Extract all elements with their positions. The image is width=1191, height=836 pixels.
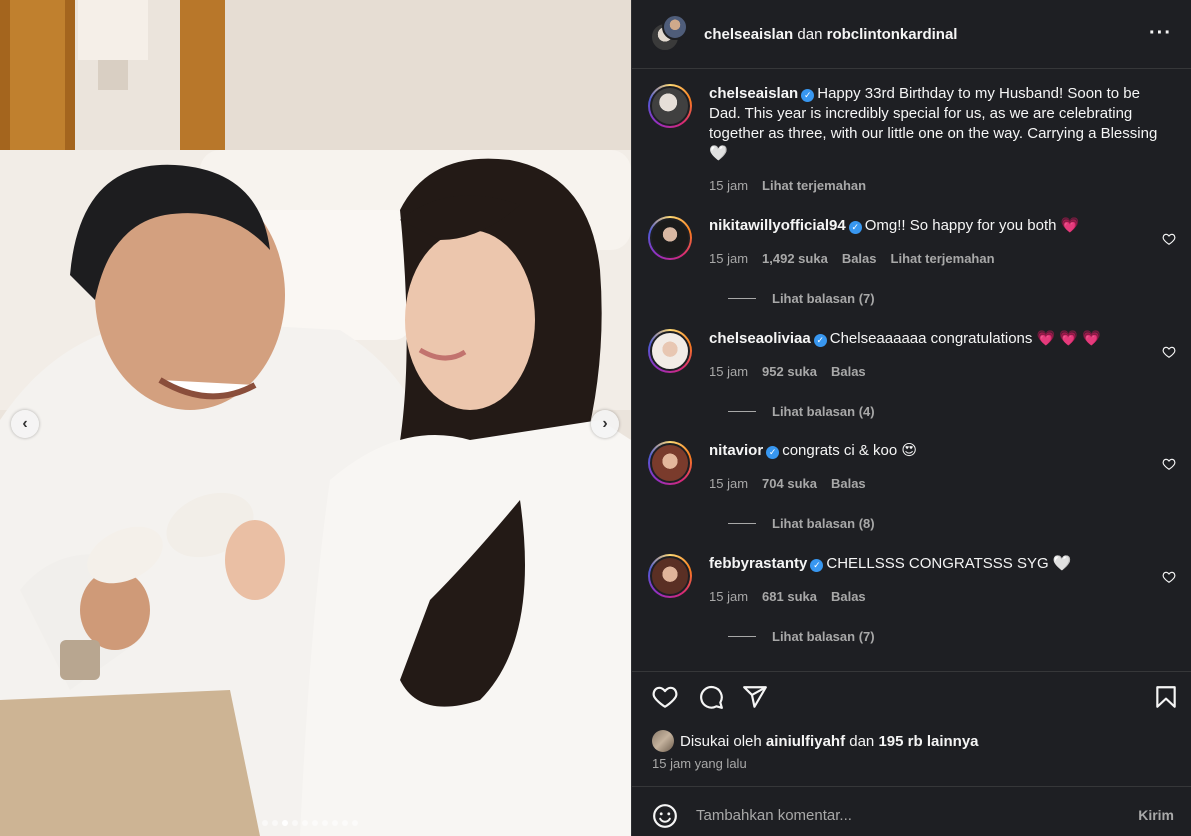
caption-meta: 15 jam Lihat terjemahan [709, 178, 866, 193]
view-replies-label: Lihat balasan (7) [772, 629, 875, 644]
likes-middle: dan [849, 732, 875, 750]
avatar[interactable] [662, 14, 688, 40]
view-replies-button[interactable]: Lihat balasan (8) [728, 516, 875, 531]
likes-summary: Disukai oleh ainiulfiyahf dan 195 rb lai… [652, 730, 979, 752]
carousel-next-button[interactable]: › [591, 410, 619, 438]
likes-count[interactable]: 704 suka [762, 476, 817, 491]
timestamp[interactable]: 15 jam [709, 251, 748, 266]
likes-count[interactable]: 952 suka [762, 364, 817, 379]
carousel-dot [302, 820, 308, 826]
verified-badge-icon: ✓ [810, 559, 824, 572]
carousel-dot [352, 820, 358, 826]
bookmark-icon[interactable] [1153, 684, 1179, 710]
comment-meta: 15 jam 1,492 suka Balas Lihat terjemahan [709, 251, 995, 266]
view-replies-label: Lihat balasan (4) [772, 404, 875, 419]
comment-text: Omg!! So happy for you both 💗 [864, 217, 1080, 234]
likes-count-link[interactable]: 195 rb lainnya [878, 733, 978, 750]
translate-link[interactable]: Lihat terjemahan [891, 251, 995, 266]
carousel-dot [342, 820, 348, 826]
comment-meta: 15 jam 952 suka Balas [709, 364, 866, 379]
post-panel: chelseaislan dan robclintonkardinal ··· … [631, 0, 1191, 836]
reply-button[interactable]: Balas [831, 589, 866, 604]
comment-meta: 15 jam 704 suka Balas [709, 476, 866, 491]
comment-composer: Kirim [632, 786, 1191, 836]
verified-badge-icon: ✓ [766, 446, 780, 459]
post-header: chelseaislan dan robclintonkardinal ··· [632, 0, 1191, 69]
timestamp[interactable]: 15 jam [709, 589, 748, 604]
avatar[interactable] [648, 441, 692, 485]
collab-separator: dan [797, 25, 823, 43]
likes-count[interactable]: 681 suka [762, 589, 817, 604]
post-timestamp[interactable]: 15 jam yang lalu [652, 756, 747, 771]
translate-link[interactable]: Lihat terjemahan [762, 178, 866, 193]
avatar[interactable] [648, 84, 692, 128]
reply-button[interactable]: Balas [831, 476, 866, 491]
view-replies-label: Lihat balasan (8) [772, 516, 875, 531]
carousel-prev-button[interactable]: ‹ [11, 410, 39, 438]
comment-username-link[interactable]: nitavior [709, 442, 763, 459]
timestamp[interactable]: 15 jam [709, 476, 748, 491]
timestamp[interactable]: 15 jam [709, 364, 748, 379]
more-horizontal-icon[interactable]: ··· [1149, 22, 1172, 45]
comment-username-link[interactable]: chelseaoliviaa [709, 330, 811, 347]
send-comment-button[interactable]: Kirim [1138, 807, 1174, 823]
avatar[interactable] [648, 329, 692, 373]
caption-username-link[interactable]: chelseaislan [709, 85, 798, 102]
collab-title: chelseaislan dan robclintonkardinal [704, 26, 957, 43]
comment-text-block: chelseaoliviaa ✓ Chelseaaaaaa congratulati… [709, 329, 1161, 349]
comment-text-block: nikitawillyofficial94 ✓ Omg!! So happy for… [709, 216, 1161, 236]
post-actions: Disukai oleh ainiulfiyahf dan 195 rb lai… [632, 671, 1191, 786]
carousel-dot [272, 820, 278, 826]
author-username-link[interactable]: chelseaislan [704, 26, 793, 43]
coauthor-username-link[interactable]: robclintonkardinal [827, 26, 958, 43]
timestamp[interactable]: 15 jam [709, 178, 748, 193]
heart-icon[interactable] [1162, 457, 1176, 471]
avatar[interactable] [652, 730, 674, 752]
comment-username-link[interactable]: febbyrastanty [709, 555, 807, 572]
view-replies-button[interactable]: Lihat balasan (7) [728, 629, 875, 644]
heart-icon[interactable] [652, 684, 678, 710]
likes-prefix: Disukai oleh [680, 732, 762, 750]
verified-badge-icon: ✓ [801, 89, 815, 102]
comment-text: CHELLSSS CONGRATSSS SYG 🤍 [826, 555, 1072, 572]
likes-count[interactable]: 1,492 suka [762, 251, 828, 266]
avatar[interactable] [648, 216, 692, 260]
carousel-dot [282, 820, 288, 826]
comments-list: chelseaislan ✓ Happy 33rd Birthday to my H… [632, 70, 1191, 670]
carousel-dot [312, 820, 318, 826]
heart-icon[interactable] [1162, 345, 1176, 359]
carousel-dot [332, 820, 338, 826]
carousel-dot [322, 820, 328, 826]
comment-icon[interactable] [698, 684, 724, 710]
reply-button[interactable]: Balas [842, 251, 877, 266]
carousel-dots [262, 820, 358, 826]
carousel-dot [262, 820, 268, 826]
comment-text: congrats ci & koo 😍 [782, 442, 918, 459]
comment-username-link[interactable]: nikitawillyofficial94 [709, 217, 846, 234]
heart-icon[interactable] [1162, 232, 1176, 246]
post-media[interactable]: ‹ › [0, 0, 631, 836]
collab-avatars[interactable] [650, 14, 690, 54]
comment-text-block: nitavior ✓ congrats ci & koo 😍 [709, 441, 1161, 461]
send-icon[interactable] [742, 684, 768, 710]
comment-text: Chelseaaaaaa congratulations 💗 💗 💗 [829, 330, 1101, 347]
view-replies-button[interactable]: Lihat balasan (7) [728, 291, 875, 306]
caption-text-block: chelseaislan ✓ Happy 33rd Birthday to my H… [709, 84, 1164, 164]
comment-input[interactable] [696, 803, 1116, 827]
carousel-dot [292, 820, 298, 826]
comment-meta: 15 jam 681 suka Balas [709, 589, 866, 604]
avatar[interactable] [648, 554, 692, 598]
heart-icon[interactable] [1162, 570, 1176, 584]
liker-username-link[interactable]: ainiulfiyahf [766, 733, 845, 750]
verified-badge-icon: ✓ [813, 334, 827, 347]
reply-button[interactable]: Balas [831, 364, 866, 379]
view-replies-button[interactable]: Lihat balasan (4) [728, 404, 875, 419]
verified-badge-icon: ✓ [848, 221, 862, 234]
comment-text-block: febbyrastanty ✓ CHELLSSS CONGRATSSS SYG 🤍 [709, 554, 1161, 574]
view-replies-label: Lihat balasan (7) [772, 291, 875, 306]
post-photo [0, 0, 631, 836]
emoji-icon[interactable] [652, 803, 678, 829]
